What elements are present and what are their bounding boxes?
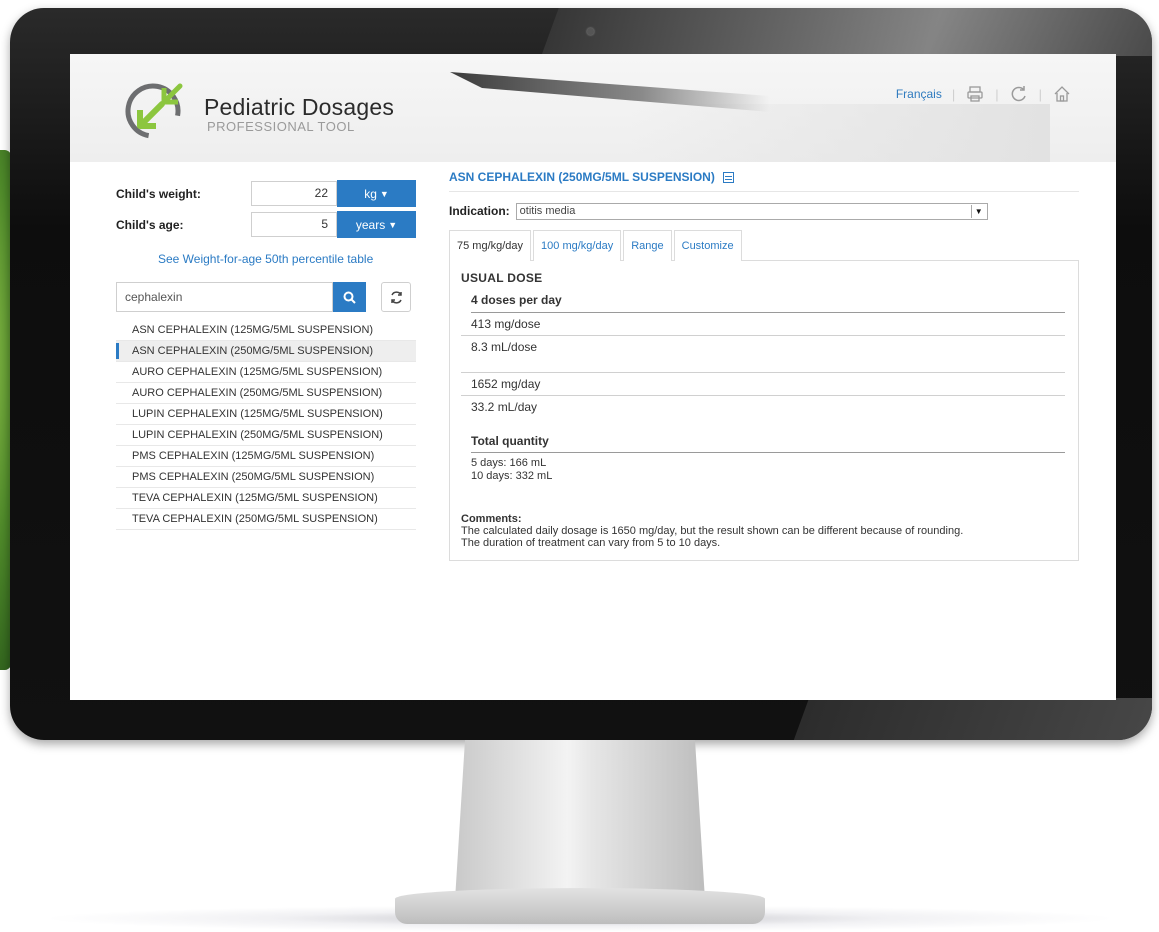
ml-per-dose: 8.3 mL/dose (471, 340, 538, 354)
comment-line: The calculated daily dosage is 1650 mg/d… (461, 525, 964, 537)
weight-unit-label: kg (364, 186, 377, 201)
search-input[interactable]: cephalexin (116, 282, 333, 312)
language-link[interactable]: Français (896, 87, 942, 101)
monitor-stand-neck (455, 740, 705, 900)
divider (449, 191, 1079, 192)
indication-row: Indication: otitis media ▼ (449, 202, 1079, 220)
app-title: Pediatric Dosages (204, 94, 395, 120)
toolbar-divider: | (951, 86, 956, 102)
age-input[interactable]: 5 (251, 212, 337, 237)
medication-item[interactable]: AURO CEPHALEXIN (125MG/5ML SUSPENSION) (116, 362, 416, 383)
medication-item[interactable]: ASN CEPHALEXIN (125MG/5ML SUSPENSION) (116, 320, 416, 341)
header-decoration (630, 104, 1050, 162)
app-subtitle: PROFESSIONAL TOOL (207, 119, 355, 134)
medication-item-selected[interactable]: ASN CEPHALEXIN (250MG/5ML SUSPENSION) (116, 341, 416, 362)
age-unit-label: years (355, 217, 386, 232)
comments-label: Comments: (461, 513, 522, 525)
medication-item[interactable]: PMS CEPHALEXIN (125MG/5ML SUSPENSION) (116, 446, 416, 467)
search-row: cephalexin (116, 282, 416, 312)
total-10-days: 10 days: 332 mL (471, 470, 553, 482)
dose-tabs: 75 mg/kg/day 100 mg/kg/day Range Customi… (449, 230, 1079, 261)
weight-input[interactable]: 22 (251, 181, 337, 206)
camera-icon (587, 28, 594, 35)
chevron-down-icon: ▼ (970, 204, 986, 218)
app-header: Pediatric Dosages PROFESSIONAL TOOL Fran… (70, 54, 1116, 162)
total-5-days: 5 days: 166 mL (471, 457, 547, 469)
monograph-icon[interactable] (722, 171, 734, 183)
search-button[interactable] (333, 282, 366, 312)
caret-down-icon: ▼ (379, 188, 389, 199)
indication-select[interactable]: otitis media ▼ (515, 202, 988, 220)
mg-per-day: 1652 mg/day (461, 373, 1065, 396)
total-quantity-heading: Total quantity (471, 434, 1065, 453)
caret-down-icon: ▼ (388, 219, 398, 230)
medication-item[interactable]: AURO CEPHALEXIN (250MG/5ML SUSPENSION) (116, 383, 416, 404)
app-screen: Pediatric Dosages PROFESSIONAL TOOL Fran… (70, 54, 1116, 700)
age-row: Child's age: 5 years ▼ (116, 211, 416, 238)
comment-line: The duration of treatment can vary from … (461, 537, 721, 549)
medication-item[interactable]: LUPIN CEPHALEXIN (250MG/5ML SUSPENSION) (116, 425, 416, 446)
doses-per-day: 4 doses per day (471, 293, 1065, 313)
tab-75-mg-kg-day[interactable]: 75 mg/kg/day (449, 230, 532, 261)
weight-unit-dropdown[interactable]: kg ▼ (337, 180, 416, 207)
dose-results: USUAL DOSE 4 doses per day 413 mg/dose 8… (449, 260, 1079, 561)
monitor-stand-base (395, 888, 765, 924)
monitor-reflection-bottom (790, 698, 1152, 740)
weight-label: Child's weight: (116, 186, 201, 201)
indication-value: otitis media (519, 204, 576, 217)
comments-block: Comments: The calculated daily dosage is… (461, 513, 1064, 549)
monitor-reflection (541, 8, 1152, 56)
reset-button[interactable] (381, 282, 411, 312)
ml-per-day: 33.2 mL/day (471, 400, 538, 414)
header-swoosh (450, 72, 770, 112)
percentile-table-link[interactable]: See Weight-for-age 50th percentile table (158, 252, 416, 266)
tab-range[interactable]: Range (623, 230, 672, 261)
mg-per-dose: 413 mg/dose (461, 313, 1065, 336)
dosage-panel: ASN CEPHALEXIN (250MG/5ML SUSPENSION) In… (449, 167, 1079, 561)
medication-item[interactable]: PMS CEPHALEXIN (250MG/5ML SUSPENSION) (116, 467, 416, 488)
age-unit-dropdown[interactable]: years ▼ (337, 211, 416, 238)
medication-list: ASN CEPHALEXIN (125MG/5ML SUSPENSION) AS… (116, 320, 416, 530)
tab-100-mg-kg-day[interactable]: 100 mg/kg/day (533, 230, 622, 261)
drug-title: ASN CEPHALEXIN (250MG/5ML SUSPENSION) (449, 170, 715, 184)
app-logo-icon[interactable] (122, 76, 188, 142)
indication-label: Indication: (449, 204, 510, 218)
header-toolbar: Français | | | (896, 84, 1072, 104)
refresh-icon[interactable] (1009, 84, 1029, 104)
refresh-icon (390, 290, 402, 304)
tab-customize[interactable]: Customize (673, 230, 742, 261)
patient-panel: Child's weight: 22 kg ▼ Child's age: 5 y… (116, 180, 416, 530)
toolbar-divider: | (995, 86, 999, 102)
medication-item[interactable]: LUPIN CEPHALEXIN (125MG/5ML SUSPENSION) (116, 404, 416, 425)
drug-title-row: ASN CEPHALEXIN (250MG/5ML SUSPENSION) (449, 167, 1079, 187)
weight-row: Child's weight: 22 kg ▼ (116, 180, 416, 207)
age-label: Child's age: (116, 217, 184, 232)
medication-item[interactable]: TEVA CEPHALEXIN (125MG/5ML SUSPENSION) (116, 488, 416, 509)
toolbar-divider: | (1038, 86, 1042, 102)
medication-item[interactable]: TEVA CEPHALEXIN (250MG/5ML SUSPENSION) (116, 509, 416, 530)
monitor-frame: Pediatric Dosages PROFESSIONAL TOOL Fran… (10, 8, 1152, 740)
home-icon[interactable] (1052, 84, 1072, 104)
print-icon[interactable] (965, 84, 985, 104)
search-icon (343, 291, 356, 304)
usual-dose-heading: USUAL DOSE (461, 271, 543, 285)
divider (461, 358, 1065, 373)
